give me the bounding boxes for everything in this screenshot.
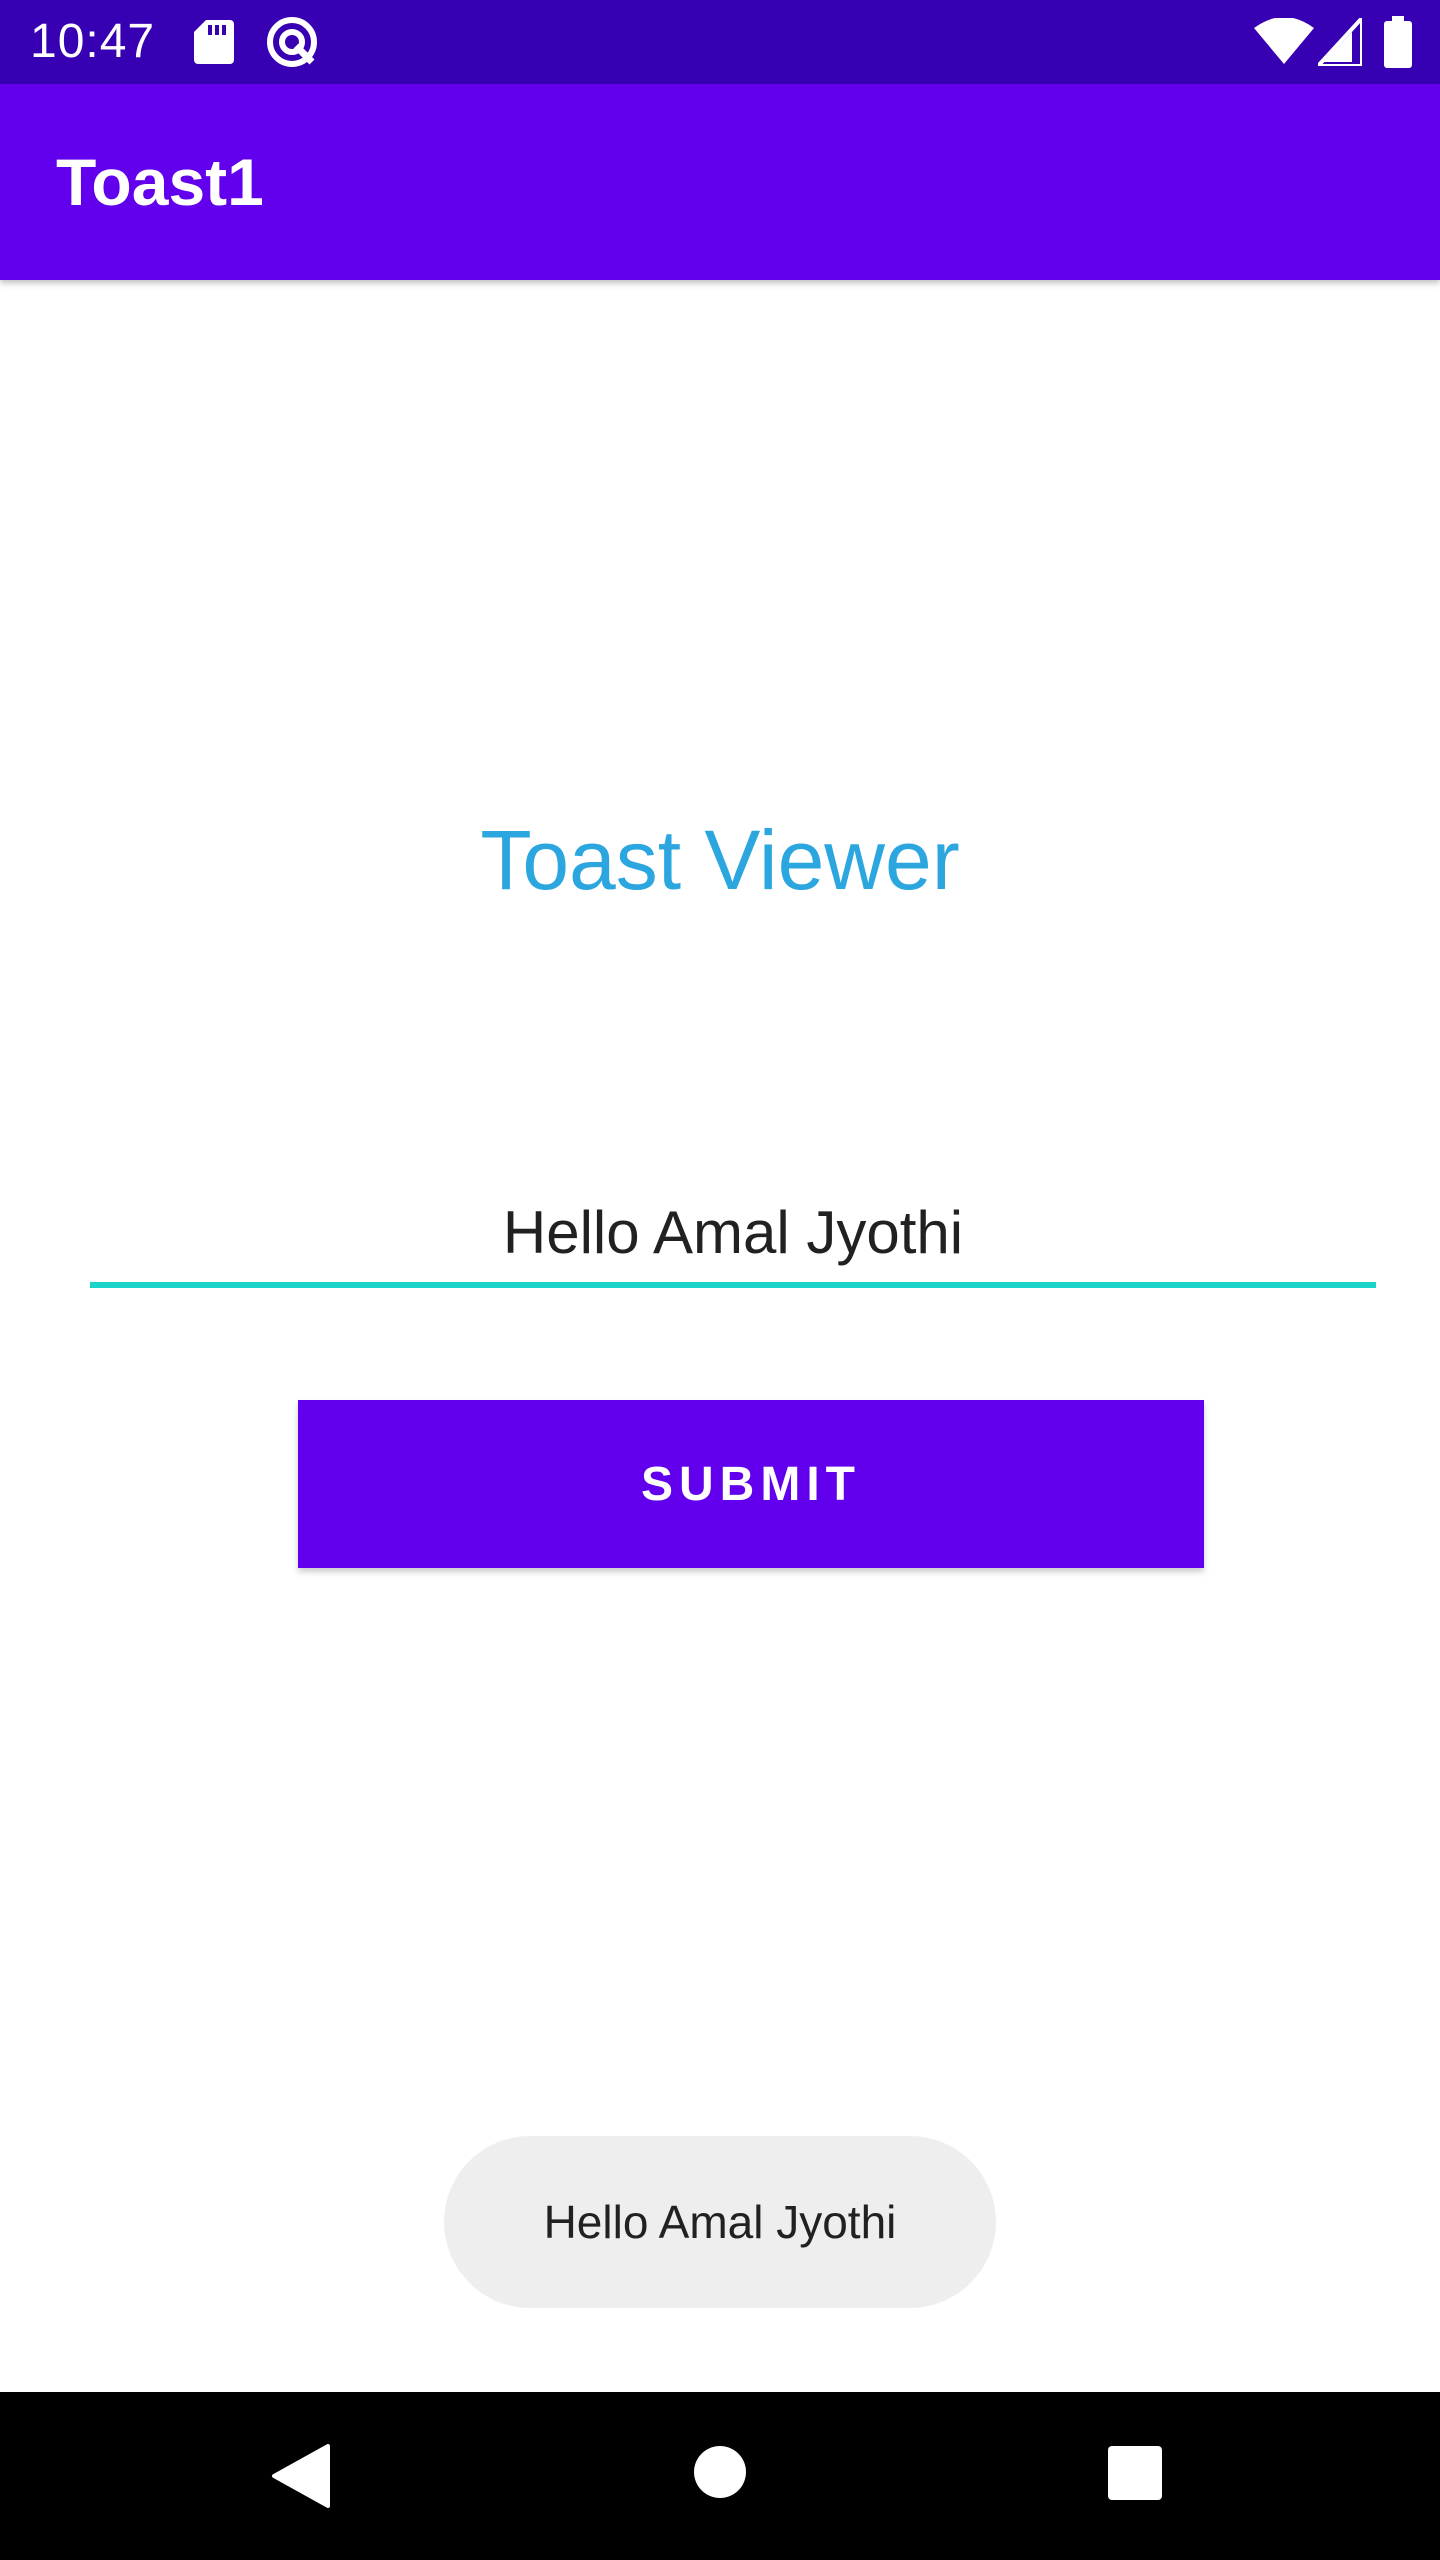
battery-icon: [1384, 16, 1412, 68]
wifi-icon: [1254, 18, 1314, 64]
input-underline: [90, 1282, 1376, 1288]
message-field: [90, 1180, 1376, 1290]
cell-signal-icon: [1318, 18, 1362, 66]
status-bar: 10:47: [0, 0, 1440, 84]
back-icon[interactable]: [270, 2444, 330, 2508]
status-time: 10:47: [30, 15, 156, 68]
recents-icon[interactable]: [1108, 2446, 1162, 2500]
message-input[interactable]: [90, 1180, 1376, 1284]
toast-message: Hello Amal Jyothi: [543, 2196, 897, 2248]
sd-card-icon: [194, 20, 234, 64]
app-title: Toast1: [56, 145, 264, 219]
page-heading: Toast Viewer: [480, 813, 960, 907]
submit-button[interactable]: SUBMIT: [298, 1400, 1204, 1568]
app-bar: Toast1: [0, 84, 1440, 280]
navigation-bar: [0, 2392, 1440, 2560]
app-screen: 10:47 Toast1 Toast Viewer Hello Amal Jyo…: [0, 0, 1440, 2560]
toast-popup: Hello Amal Jyothi: [444, 2136, 996, 2308]
home-icon[interactable]: [694, 2446, 746, 2498]
sync-icon: [267, 17, 317, 67]
